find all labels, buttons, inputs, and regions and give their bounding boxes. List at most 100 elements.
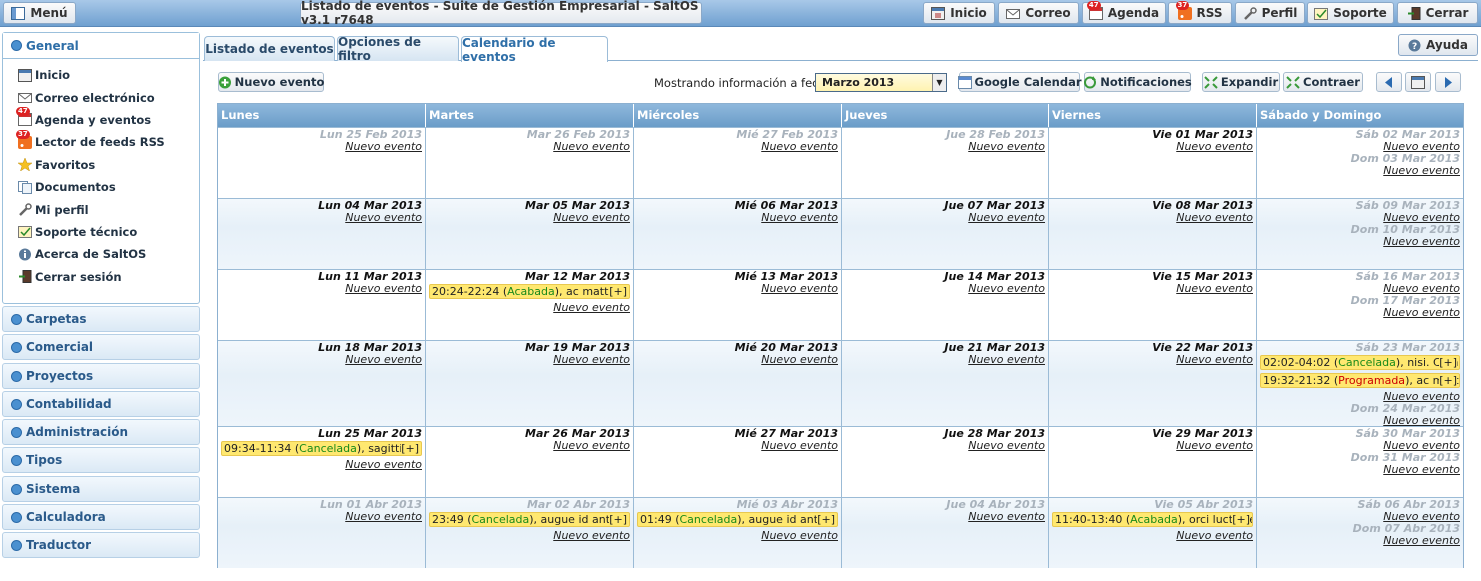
calendar-event[interactable]: 02:02-04:02 (Cancelada), nisi. Cum [+] <box>1260 355 1460 370</box>
sidebar-item-cerrar-sesion[interactable]: Cerrar sesión <box>3 266 199 288</box>
new-event-link[interactable]: Nuevo evento <box>845 283 1045 295</box>
next-month-button[interactable] <box>1435 72 1461 92</box>
new-event-link[interactable]: Nuevo evento <box>1260 415 1460 427</box>
calendar-day-cell[interactable]: Mar 05 Mar 2013 Nuevo evento <box>426 199 634 269</box>
sidebar-section-proyectos[interactable]: Proyectos <box>2 363 200 389</box>
calendar-day-cell[interactable]: Mar 02 Abr 2013 23:49 (Cancelada), augue … <box>426 498 634 568</box>
calendar-event[interactable]: 09:34-11:34 (Cancelada), sagittis [+] <box>221 441 422 456</box>
new-event-link[interactable]: Nuevo evento <box>637 440 838 452</box>
sidebar-item-soporte[interactable]: Soporte técnico <box>3 221 199 243</box>
calendar-day-cell[interactable]: Mié 03 Abr 2013 01:49 (Cancelada), augue … <box>634 498 842 568</box>
menu-button[interactable]: Menú <box>3 2 76 24</box>
calendar-day-cell[interactable]: Mié 06 Mar 2013 Nuevo evento <box>634 199 842 269</box>
new-event-link[interactable]: Nuevo evento <box>1052 212 1253 224</box>
date-select[interactable]: Marzo 2013 ▼ <box>815 73 947 92</box>
calendar-day-cell[interactable]: Vie 05 Abr 2013 11:40-13:40 (Acabada), or… <box>1049 498 1257 568</box>
calendar-day-cell[interactable]: Lun 25 Mar 2013 09:34-11:34 (Cancelada), … <box>218 427 426 497</box>
new-event-link[interactable]: Nuevo evento <box>429 212 630 224</box>
new-event-link[interactable]: Nuevo evento <box>845 511 1045 523</box>
top-perfil-button[interactable]: Perfil <box>1235 2 1305 24</box>
calendar-day-cell[interactable]: Lun 18 Mar 2013 Nuevo evento <box>218 341 426 426</box>
calendar-day-cell[interactable]: Lun 11 Mar 2013 Nuevo evento <box>218 270 426 340</box>
sidebar-section-carpetas[interactable]: Carpetas <box>2 306 200 332</box>
tab-calendario[interactable]: Calendario de eventos <box>461 36 608 64</box>
calendar-day-cell[interactable]: Jue 14 Mar 2013 Nuevo evento <box>842 270 1049 340</box>
new-event-link[interactable]: Nuevo evento <box>637 354 838 366</box>
new-event-link[interactable]: Nuevo evento <box>429 530 630 542</box>
new-event-button[interactable]: Nuevo evento <box>218 72 324 92</box>
current-month-button[interactable] <box>1405 72 1431 92</box>
sidebar-item-acerca[interactable]: Acerca de SaltOS <box>3 243 199 265</box>
new-event-link[interactable]: Nuevo evento <box>1052 283 1253 295</box>
calendar-day-cell[interactable]: Lun 04 Mar 2013 Nuevo evento <box>218 199 426 269</box>
new-event-link[interactable]: Nuevo evento <box>429 141 630 153</box>
new-event-link[interactable]: Nuevo evento <box>1260 464 1460 476</box>
calendar-day-cell[interactable]: Mié 27 Mar 2013 Nuevo evento <box>634 427 842 497</box>
previous-month-button[interactable] <box>1376 72 1402 92</box>
new-event-link[interactable]: Nuevo evento <box>637 530 838 542</box>
sidebar-section-traductor[interactable]: Traductor <box>2 532 200 558</box>
calendar-day-cell[interactable]: Sáb 02 Mar 2013 Nuevo evento Dom 03 Mar 20… <box>1257 128 1463 198</box>
new-event-link[interactable]: Nuevo evento <box>845 440 1045 452</box>
calendar-day-cell[interactable]: Jue 28 Mar 2013 Nuevo evento <box>842 427 1049 497</box>
event-more-button[interactable]: [+] <box>1439 374 1457 387</box>
sidebar-section-tipos[interactable]: Tipos <box>2 447 200 473</box>
new-event-link[interactable]: Nuevo evento <box>221 459 422 471</box>
new-event-link[interactable]: Nuevo evento <box>221 141 422 153</box>
calendar-day-cell[interactable]: Sáb 16 Mar 2013 Nuevo evento Dom 17 Mar 20… <box>1257 270 1463 340</box>
top-agenda-button[interactable]: 47 Agenda <box>1082 0 1166 24</box>
calendar-day-cell[interactable]: Mié 20 Mar 2013 Nuevo evento <box>634 341 842 426</box>
sidebar-item-agenda[interactable]: 47 Agenda y eventos <box>3 107 199 131</box>
new-event-link[interactable]: Nuevo evento <box>1052 530 1253 542</box>
sidebar-item-correo[interactable]: Correo electrónico <box>3 86 199 108</box>
new-event-link[interactable]: Nuevo evento <box>221 283 422 295</box>
notifications-button[interactable]: Notificaciones <box>1084 72 1192 92</box>
event-more-button[interactable]: [+] <box>1439 356 1457 369</box>
event-more-button[interactable]: [+] <box>401 442 419 455</box>
sidebar-section-calculadora[interactable]: Calculadora <box>2 504 200 530</box>
event-more-button[interactable]: [+] <box>1232 513 1250 526</box>
tab-opciones-filtro[interactable]: Opciones de filtro <box>337 35 459 63</box>
sidebar-section-header-general[interactable]: General <box>3 33 199 59</box>
new-event-link[interactable]: Nuevo evento <box>221 354 422 366</box>
calendar-day-cell[interactable]: Sáb 06 Abr 2013 Nuevo evento Dom 07 Abr 20… <box>1257 498 1463 568</box>
top-correo-button[interactable]: Correo <box>998 2 1079 24</box>
new-event-link[interactable]: Nuevo evento <box>1260 236 1460 248</box>
calendar-day-cell[interactable]: Lun 01 Abr 2013 Nuevo evento <box>218 498 426 568</box>
sidebar-section-contabilidad[interactable]: Contabilidad <box>2 391 200 417</box>
new-event-link[interactable]: Nuevo evento <box>637 212 838 224</box>
new-event-link[interactable]: Nuevo evento <box>221 212 422 224</box>
new-event-link[interactable]: Nuevo evento <box>429 440 630 452</box>
event-more-button[interactable]: [+] <box>609 513 627 526</box>
top-soporte-button[interactable]: Soporte <box>1307 2 1394 24</box>
new-event-link[interactable]: Nuevo evento <box>845 212 1045 224</box>
new-event-link[interactable]: Nuevo evento <box>845 141 1045 153</box>
calendar-day-cell[interactable]: Mar 26 Mar 2013 Nuevo evento <box>426 427 634 497</box>
new-event-link[interactable]: Nuevo evento <box>1052 354 1253 366</box>
new-event-link[interactable]: Nuevo evento <box>1260 535 1460 547</box>
top-cerrar-button[interactable]: Cerrar <box>1397 2 1478 24</box>
calendar-day-cell[interactable]: Vie 08 Mar 2013 Nuevo evento <box>1049 199 1257 269</box>
top-rss-button[interactable]: 37 RSS <box>1168 0 1232 24</box>
new-event-link[interactable]: Nuevo evento <box>1052 440 1253 452</box>
calendar-day-cell[interactable]: Mar 19 Mar 2013 Nuevo evento <box>426 341 634 426</box>
calendar-event[interactable]: 23:49 (Cancelada), augue id ante [+] <box>429 512 630 527</box>
sidebar-item-rss[interactable]: 37 Lector de feeds RSS <box>3 129 199 153</box>
google-calendar-button[interactable]: Google Calendar <box>957 72 1082 92</box>
new-event-link[interactable]: Nuevo evento <box>637 141 838 153</box>
calendar-event[interactable]: 11:40-13:40 (Acabada), orci luctus et [+] <box>1052 512 1253 527</box>
calendar-day-cell[interactable]: Mar 12 Mar 2013 20:24-22:24 (Acabada), ac… <box>426 270 634 340</box>
sidebar-section-sistema[interactable]: Sistema <box>2 476 200 502</box>
sidebar-item-documentos[interactable]: Documentos <box>3 176 199 198</box>
new-event-link[interactable]: Nuevo evento <box>637 283 838 295</box>
new-event-link[interactable]: Nuevo evento <box>845 354 1045 366</box>
calendar-day-cell[interactable]: Vie 29 Mar 2013 Nuevo evento <box>1049 427 1257 497</box>
event-more-button[interactable]: [+] <box>817 513 835 526</box>
expand-button[interactable]: Expandir <box>1202 72 1280 92</box>
calendar-day-cell[interactable]: Sáb 09 Mar 2013 Nuevo evento Dom 10 Mar 20… <box>1257 199 1463 269</box>
calendar-day-cell[interactable]: Lun 25 Feb 2013 Nuevo evento <box>218 128 426 198</box>
new-event-link[interactable]: Nuevo evento <box>1260 307 1460 319</box>
calendar-event[interactable]: 19:32-21:32 (Programada), ac mattis[+] <box>1260 373 1460 388</box>
new-event-link[interactable]: Nuevo evento <box>1260 165 1460 177</box>
calendar-day-cell[interactable]: Sáb 30 Mar 2013 Nuevo evento Dom 31 Mar 20… <box>1257 427 1463 497</box>
